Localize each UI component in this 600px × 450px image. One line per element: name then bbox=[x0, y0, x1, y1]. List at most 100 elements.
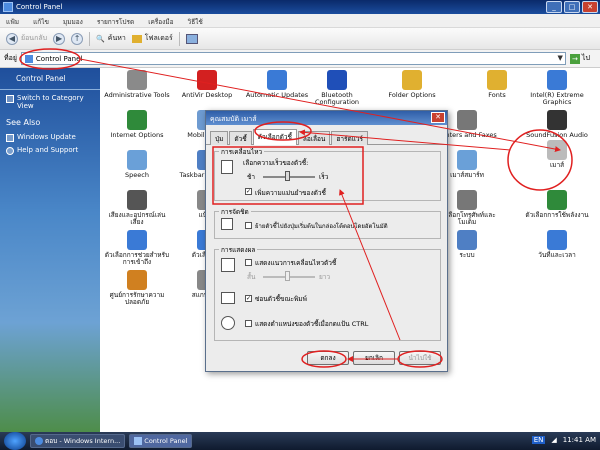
visibility-group-label: การแสดงผล bbox=[219, 245, 258, 255]
hide-pointer-label: ซ่อนตัวชี้ขณะพิมพ์ bbox=[255, 295, 307, 303]
control-panel-item-label: วันที่และเวลา bbox=[538, 251, 576, 259]
toolbar-divider bbox=[89, 31, 91, 46]
ctrl-locate-icon bbox=[221, 316, 235, 330]
up-folder-icon[interactable]: ↑ bbox=[71, 32, 84, 45]
control-panel-item[interactable]: Bluetooth Configuration bbox=[302, 70, 372, 107]
control-panel-item-icon bbox=[127, 190, 147, 210]
dropdown-arrow-icon[interactable]: ▼ bbox=[558, 54, 563, 62]
dialog-title: คุณสมบัติ เมาส์ bbox=[210, 115, 257, 123]
menu-favorites[interactable]: รายการโปรด bbox=[97, 17, 134, 27]
address-input[interactable]: Control Panel ▼ bbox=[20, 52, 566, 65]
sidebar-title: Control Panel bbox=[0, 68, 100, 90]
help-support-label: Help and Support bbox=[17, 146, 79, 154]
control-panel-item[interactable]: วันที่และเวลา bbox=[522, 230, 592, 259]
ok-button[interactable]: ตกลง bbox=[307, 351, 349, 365]
help-support-link[interactable]: Help and Support bbox=[0, 142, 100, 155]
precision-checkbox[interactable]: ✓ bbox=[245, 188, 252, 195]
control-panel-item[interactable]: SoundFusion Audio bbox=[522, 110, 592, 139]
search-button[interactable]: 🔍 ค้นหา bbox=[96, 33, 126, 44]
forward-arrow-icon[interactable]: ▶ bbox=[53, 32, 66, 45]
tab-wheel[interactable]: ล้อเลื่อน bbox=[297, 131, 331, 145]
menu-file[interactable]: แฟ้ม bbox=[6, 17, 19, 27]
close-button[interactable]: ✕ bbox=[582, 1, 598, 13]
start-button[interactable] bbox=[4, 432, 26, 450]
ctrl-locate-label: แสดงตำแหน่งของตัวชี้เมื่อกดแป้น CTRL bbox=[255, 320, 369, 328]
control-panel-item-icon bbox=[457, 150, 477, 170]
menu-bar: แฟ้ม แก้ไข มุมมอง รายการโปรด เครื่องมือ … bbox=[0, 14, 600, 28]
precision-label: เพิ่มความแม่นยำของตัวชี้ bbox=[255, 189, 326, 197]
control-panel-item-label: ศูนย์การรักษาความปลอดภัย bbox=[109, 291, 165, 307]
control-panel-item-icon bbox=[487, 70, 507, 90]
tab-pointers[interactable]: ตัวชี้ bbox=[229, 131, 252, 145]
control-panel-item[interactable]: เสียงและอุปกรณ์เล่นเสียง bbox=[102, 190, 172, 227]
see-also-heading: See Also bbox=[6, 118, 41, 127]
control-panel-item-icon bbox=[402, 70, 422, 90]
control-panel-item[interactable]: AntiVir Desktop bbox=[172, 70, 242, 99]
control-panel-item-label: ตัวเลือกการช่วยสำหรับการเข้าถึง bbox=[104, 251, 170, 267]
control-panel-item-label: Bluetooth Configuration bbox=[314, 91, 360, 107]
speaker-icon[interactable]: ◢ bbox=[551, 436, 556, 444]
control-panel-item-icon bbox=[127, 70, 147, 90]
speed-slider-thumb[interactable] bbox=[285, 171, 290, 181]
control-panel-item-icon bbox=[197, 70, 217, 90]
minimize-button[interactable]: _ bbox=[546, 1, 562, 13]
tab-pointer-options[interactable]: ตัวเลือกตัวชี้ bbox=[252, 129, 297, 145]
hide-pointer-icon bbox=[221, 292, 235, 304]
control-panel-item-icon bbox=[457, 190, 477, 210]
control-panel-item[interactable]: Internet Options bbox=[102, 110, 172, 139]
back-button[interactable]: ◀ ย้อนกลับ bbox=[6, 32, 47, 45]
snap-checkbox[interactable] bbox=[245, 222, 252, 229]
menu-tools[interactable]: เครื่องมือ bbox=[148, 17, 173, 27]
taskbar-item-control-panel[interactable]: Control Panel bbox=[129, 434, 193, 448]
dialog-close-button[interactable]: ✕ bbox=[431, 112, 445, 123]
control-panel-item[interactable]: Intel(R) Extreme Graphics bbox=[522, 70, 592, 107]
taskbar-item-browser[interactable]: ตอบ - Windows Intern... bbox=[30, 434, 126, 448]
mouse-properties-dialog: คุณสมบัติ เมาส์ ✕ ปุ่ม ตัวชี้ ตัวเลือกตั… bbox=[205, 110, 448, 372]
motion-group: การเคลื่อนไหว เลือกความเร็วของตัวชี้: ช้… bbox=[214, 147, 441, 201]
control-panel-item[interactable]: Folder Options bbox=[377, 70, 447, 99]
control-panel-item-label: AntiVir Desktop bbox=[181, 91, 233, 99]
trails-slider-thumb[interactable] bbox=[285, 271, 290, 281]
control-panel-item[interactable]: ตัวเลือกการช่วยสำหรับการเข้าถึง bbox=[102, 230, 172, 267]
motion-group-label: การเคลื่อนไหว bbox=[219, 147, 265, 157]
windows-update-link[interactable]: Windows Update bbox=[0, 129, 100, 142]
control-panel-item-icon bbox=[457, 230, 477, 250]
language-indicator[interactable]: EN bbox=[531, 436, 546, 444]
trails-checkbox[interactable] bbox=[245, 259, 252, 266]
dialog-buttons: ตกลง ยกเลิก นำไปใช้ bbox=[307, 351, 441, 365]
go-button[interactable]: → ไป bbox=[569, 53, 590, 64]
hide-pointer-checkbox[interactable]: ✓ bbox=[245, 295, 252, 302]
control-panel-item-icon bbox=[127, 270, 147, 290]
control-panel-item[interactable]: ตัวเลือกการใช้พลังงาน bbox=[522, 190, 592, 219]
system-tray: EN ◢ 11:41 AM bbox=[531, 436, 596, 444]
control-panel-item[interactable]: ศูนย์การรักษาความปลอดภัย bbox=[102, 270, 172, 307]
windows-update-icon bbox=[6, 134, 14, 142]
menu-view[interactable]: มุมมอง bbox=[63, 17, 83, 27]
menu-help[interactable]: วิธีใช้ bbox=[188, 17, 203, 27]
tab-buttons[interactable]: ปุ่ม bbox=[210, 131, 229, 145]
control-panel-item-icon bbox=[327, 70, 347, 90]
address-value: Control Panel bbox=[35, 54, 83, 63]
views-icon[interactable] bbox=[185, 33, 198, 44]
visibility-group: การแสดงผล แสดงแนวการเคลื่อนไหวตัวชี้ สั้… bbox=[214, 245, 441, 341]
control-panel-item-label: SoundFusion Audio bbox=[526, 131, 588, 139]
control-panel-item[interactable]: เมาส์ bbox=[522, 140, 592, 169]
apply-button[interactable]: นำไปใช้ bbox=[399, 351, 441, 365]
snap-option-label: ย้ายตัวชี้ไปยังปุ่มเริ่มต้นในกล่องโต้ตอบ… bbox=[255, 223, 388, 230]
switch-view-link[interactable]: Switch to Category View bbox=[0, 90, 100, 110]
control-panel-item[interactable]: Administrative Tools bbox=[102, 70, 172, 99]
maximize-button[interactable]: □ bbox=[564, 1, 580, 13]
back-arrow-icon: ◀ bbox=[6, 32, 18, 45]
folders-button[interactable]: โฟลเดอร์ bbox=[131, 33, 173, 44]
toolbar-divider bbox=[178, 31, 180, 46]
control-panel-item-icon bbox=[127, 150, 147, 170]
switch-view-label: Switch to Category View bbox=[17, 94, 84, 110]
cancel-button[interactable]: ยกเลิก bbox=[353, 351, 395, 365]
control-panel-item-icon bbox=[127, 230, 147, 250]
tab-hardware[interactable]: ฮาร์ดแวร์ bbox=[331, 131, 369, 145]
menu-edit[interactable]: แก้ไข bbox=[33, 17, 49, 27]
control-panel-item[interactable]: Speech bbox=[102, 150, 172, 179]
ctrl-locate-checkbox[interactable] bbox=[245, 320, 252, 327]
control-panel-item-icon bbox=[127, 110, 147, 130]
control-panel-item-icon bbox=[547, 190, 567, 210]
